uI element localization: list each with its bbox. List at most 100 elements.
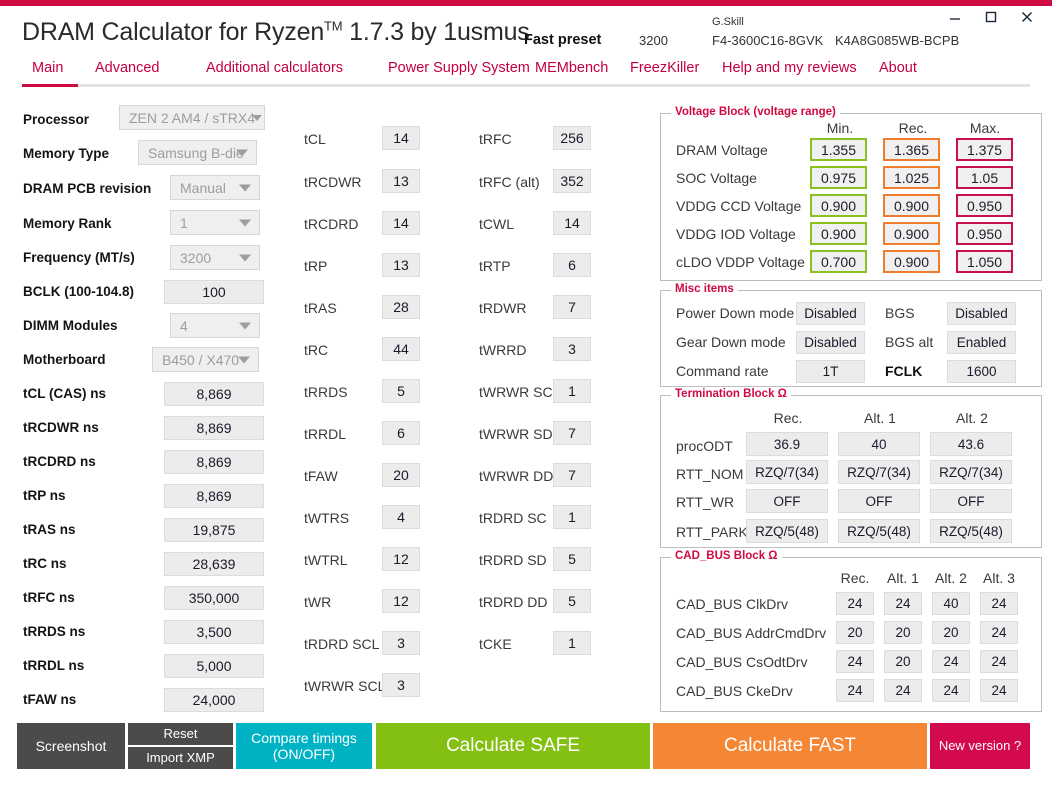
- cldo-vddp-voltage-max[interactable]: 1.050: [956, 250, 1013, 273]
- soc-voltage-max[interactable]: 1.05: [956, 166, 1013, 189]
- soc-voltage-rec[interactable]: 1.025: [883, 166, 940, 189]
- close-icon[interactable]: [1016, 7, 1038, 27]
- rtt-wr-rec[interactable]: OFF: [746, 489, 828, 513]
- gear-down-mode-value[interactable]: Disabled: [796, 331, 865, 354]
- trcdwr-ns-value[interactable]: 8,869: [164, 416, 264, 440]
- cad-bus-ckedrv-alt3[interactable]: 24: [980, 679, 1018, 702]
- cad-bus-csodtdrv-alt1[interactable]: 20: [884, 650, 922, 673]
- minimize-icon[interactable]: [944, 7, 966, 27]
- dram-pcb-revision-dropdown[interactable]: Manual: [170, 175, 260, 200]
- trdrd-sc-input[interactable]: 1: [553, 505, 591, 529]
- reset-button[interactable]: Reset: [128, 723, 233, 745]
- procodt-rec[interactable]: 36.9: [746, 432, 828, 456]
- dram-voltage-max[interactable]: 1.375: [956, 138, 1013, 161]
- vddg-ccd-voltage-rec[interactable]: 0.900: [883, 194, 940, 217]
- fclk-value[interactable]: 1600: [947, 360, 1016, 383]
- procodt-alt1[interactable]: 40: [838, 432, 920, 456]
- tab-help-and-my-reviews[interactable]: Help and my reviews: [722, 60, 857, 76]
- rtt-park-alt2[interactable]: RZQ/5(48): [930, 519, 1012, 543]
- twr-input[interactable]: 12: [382, 589, 420, 613]
- tab-advanced[interactable]: Advanced: [95, 60, 160, 76]
- trrdl-input[interactable]: 6: [382, 421, 420, 445]
- tab-additional-calculators[interactable]: Additional calculators: [206, 60, 343, 76]
- cad-bus-ckedrv-rec[interactable]: 24: [836, 679, 874, 702]
- twrwr-sd-input[interactable]: 7: [553, 421, 591, 445]
- vddg-iod-voltage-rec[interactable]: 0.900: [883, 222, 940, 245]
- twrwr-scl-input[interactable]: 3: [382, 673, 420, 697]
- cad-bus-csodtdrv-rec[interactable]: 24: [836, 650, 874, 673]
- rtt-wr-alt1[interactable]: OFF: [838, 489, 920, 513]
- trrdl-ns-value[interactable]: 5,000: [164, 654, 264, 678]
- cad-bus-addrcmddrv-alt1[interactable]: 20: [884, 621, 922, 644]
- cad-bus-ckedrv-alt1[interactable]: 24: [884, 679, 922, 702]
- trrds-input[interactable]: 5: [382, 379, 420, 403]
- trdrd-dd-input[interactable]: 5: [553, 589, 591, 613]
- tfaw-ns-value[interactable]: 24,000: [164, 688, 264, 712]
- trcdwr-input[interactable]: 13: [382, 169, 420, 193]
- twtrs-input[interactable]: 4: [382, 505, 420, 529]
- vddg-ccd-voltage-max[interactable]: 0.950: [956, 194, 1013, 217]
- dram-voltage-rec[interactable]: 1.365: [883, 138, 940, 161]
- memory-rank-dropdown[interactable]: 1: [170, 210, 260, 235]
- trrds-ns-value[interactable]: 3,500: [164, 620, 264, 644]
- memory-type-dropdown[interactable]: Samsung B-die: [138, 140, 257, 165]
- cad-bus-addrcmddrv-rec[interactable]: 20: [836, 621, 874, 644]
- cldo-vddp-voltage-min[interactable]: 0.700: [810, 250, 867, 273]
- rtt-nom-rec[interactable]: RZQ/7(34): [746, 460, 828, 484]
- calculate-fast-button[interactable]: Calculate FAST: [653, 723, 927, 769]
- trfc-ns-value[interactable]: 350,000: [164, 586, 264, 610]
- cad-bus-clkdrv-alt2[interactable]: 40: [932, 592, 970, 615]
- trcdrd-input[interactable]: 14: [382, 211, 420, 235]
- tras-ns-value[interactable]: 19,875: [164, 518, 264, 542]
- rtt-nom-alt1[interactable]: RZQ/7(34): [838, 460, 920, 484]
- trc-input[interactable]: 44: [382, 337, 420, 361]
- compare-timings-button[interactable]: Compare timings (ON/OFF): [236, 723, 372, 769]
- tab-main[interactable]: Main: [32, 60, 63, 76]
- trcdrd-ns-value[interactable]: 8,869: [164, 450, 264, 474]
- cad-bus-clkdrv-alt3[interactable]: 24: [980, 592, 1018, 615]
- trdwr-input[interactable]: 7: [553, 295, 591, 319]
- tcke-input[interactable]: 1: [553, 631, 591, 655]
- rtt-nom-alt2[interactable]: RZQ/7(34): [930, 460, 1012, 484]
- tab-power-supply-system[interactable]: Power Supply System: [388, 60, 530, 76]
- bgs-alt-value[interactable]: Enabled: [947, 331, 1016, 354]
- cad-bus-addrcmddrv-alt2[interactable]: 20: [932, 621, 970, 644]
- rtt-wr-alt2[interactable]: OFF: [930, 489, 1012, 513]
- vddg-ccd-voltage-min[interactable]: 0.900: [810, 194, 867, 217]
- tras-input[interactable]: 28: [382, 295, 420, 319]
- trp-input[interactable]: 13: [382, 253, 420, 277]
- tab-freezkiller[interactable]: FreezKiller: [630, 60, 699, 76]
- dimm-modules-dropdown[interactable]: 4: [170, 313, 260, 338]
- cad-bus-csodtdrv-alt2[interactable]: 24: [932, 650, 970, 673]
- tcl-ns-value[interactable]: 8,869: [164, 382, 264, 406]
- cad-bus-addrcmddrv-alt3[interactable]: 24: [980, 621, 1018, 644]
- calculate-safe-button[interactable]: Calculate SAFE: [376, 723, 650, 769]
- twrwr-sc-input[interactable]: 1: [553, 379, 591, 403]
- cad-bus-csodtdrv-alt3[interactable]: 24: [980, 650, 1018, 673]
- tab-about[interactable]: About: [879, 60, 917, 76]
- power-down-mode-value[interactable]: Disabled: [796, 302, 865, 325]
- tcwl-input[interactable]: 14: [553, 211, 591, 235]
- trtp-input[interactable]: 6: [553, 253, 591, 277]
- cad-bus-clkdrv-rec[interactable]: 24: [836, 592, 874, 615]
- procodt-alt2[interactable]: 43.6: [930, 432, 1012, 456]
- cad-bus-clkdrv-alt1[interactable]: 24: [884, 592, 922, 615]
- trc-ns-value[interactable]: 28,639: [164, 552, 264, 576]
- cad-bus-ckedrv-alt2[interactable]: 24: [932, 679, 970, 702]
- tfaw-input[interactable]: 20: [382, 463, 420, 487]
- screenshot-button[interactable]: Screenshot: [17, 723, 125, 769]
- twtrl-input[interactable]: 12: [382, 547, 420, 571]
- trfc-alt-input[interactable]: 352: [553, 169, 591, 193]
- soc-voltage-min[interactable]: 0.975: [810, 166, 867, 189]
- new-version-button[interactable]: New version ?: [930, 723, 1030, 769]
- cldo-vddp-voltage-rec[interactable]: 0.900: [883, 250, 940, 273]
- import-xmp-button[interactable]: Import XMP: [128, 747, 233, 769]
- twrrd-input[interactable]: 3: [553, 337, 591, 361]
- frequency-dropdown[interactable]: 3200: [170, 245, 260, 270]
- trp-ns-value[interactable]: 8,869: [164, 484, 264, 508]
- trdrd-sd-input[interactable]: 5: [553, 547, 591, 571]
- bgs-value[interactable]: Disabled: [947, 302, 1016, 325]
- rtt-park-rec[interactable]: RZQ/5(48): [746, 519, 828, 543]
- vddg-iod-voltage-min[interactable]: 0.900: [810, 222, 867, 245]
- rtt-park-alt1[interactable]: RZQ/5(48): [838, 519, 920, 543]
